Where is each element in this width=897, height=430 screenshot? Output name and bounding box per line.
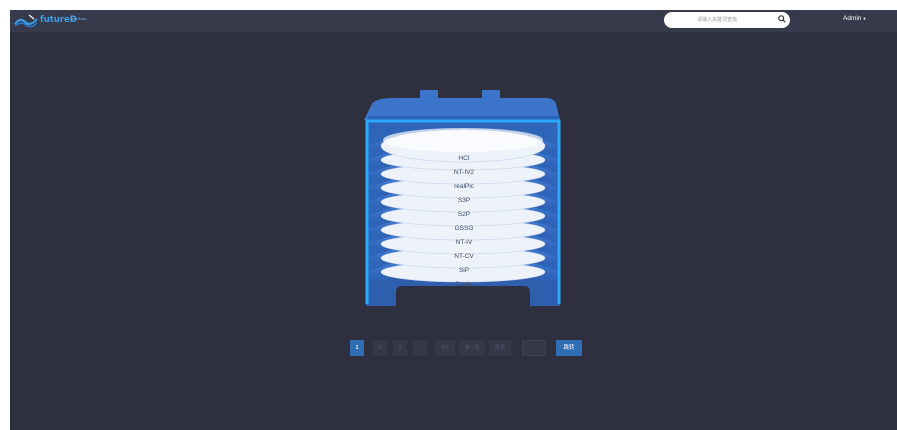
disk-item[interactable]: GSSG (382, 223, 546, 235)
search-icon[interactable] (778, 15, 786, 23)
disk-item[interactable]: realPic (382, 181, 546, 193)
first-page-button[interactable]: 第一页 (459, 340, 485, 356)
page-button-1[interactable]: 1 (350, 340, 364, 356)
storage-rack: HCI NT-IV2 realPic S3P S2P GSSG NT-IV NT… (350, 86, 570, 306)
disk-item[interactable]: S3P (382, 195, 546, 207)
disk-item[interactable]: HCI (382, 153, 546, 165)
page-ellipsis[interactable]: ... (413, 340, 427, 356)
disk-item[interactable]: NT-IV (382, 237, 546, 249)
wave-logo-icon (14, 14, 38, 28)
brand-subtitle: Beta Basis (70, 17, 87, 21)
user-name: Admin (843, 15, 862, 22)
page-count[interactable]: 4/1 (435, 340, 455, 356)
user-menu[interactable]: Admin▼ (843, 15, 866, 22)
pagination: 1 2 3 ... 4/1 第一页 尾页 跳转 (10, 340, 897, 356)
jump-button[interactable]: 跳转 (556, 340, 582, 356)
page-button-2[interactable]: 2 (373, 340, 387, 356)
last-page-button[interactable]: 尾页 (489, 340, 511, 356)
chevron-down-icon: ▼ (862, 15, 867, 21)
disk-item[interactable]: NT-IV2 (382, 167, 546, 179)
disk-item[interactable]: Grade (382, 279, 546, 291)
app-window: futureD Beta Basis Admin▼ (10, 10, 897, 430)
brand-logo[interactable]: futureD Beta Basis (14, 13, 94, 29)
disk-item[interactable]: NT-CV (382, 251, 546, 263)
disk-item[interactable]: S2P (382, 209, 546, 221)
top-navbar: futureD Beta Basis Admin▼ (10, 10, 897, 32)
disk-item[interactable]: SiP (382, 265, 546, 277)
search-input[interactable] (664, 12, 790, 28)
page-jump-input[interactable] (522, 340, 546, 356)
page-button-3[interactable]: 3 (393, 340, 407, 356)
